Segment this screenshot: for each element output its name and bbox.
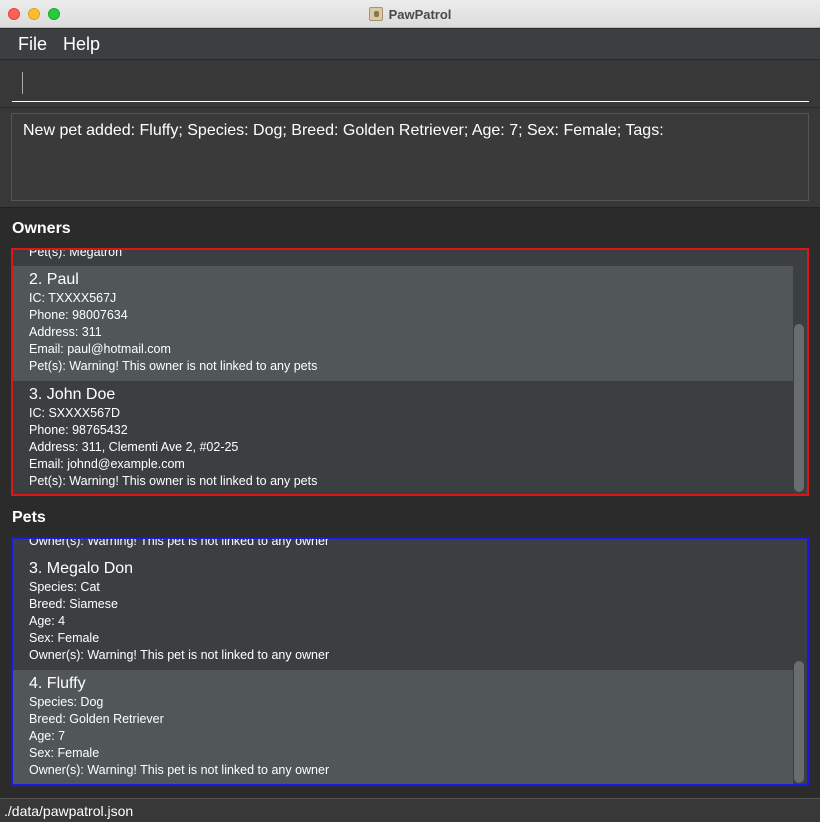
pet-name: 3. Megalo Don bbox=[29, 560, 134, 577]
pet-owners: Owner(s): Warning! This pet is not linke… bbox=[29, 763, 330, 777]
owner-ic: IC: TXXXX567J bbox=[29, 291, 117, 305]
status-bar-file-path: ./data/pawpatrol.json bbox=[0, 798, 820, 822]
owner-pets: Pet(s): Warning! This owner is not linke… bbox=[29, 359, 318, 373]
pet-age: Age: 7 bbox=[29, 729, 66, 743]
pet-breed: Breed: Golden Retriever bbox=[29, 712, 164, 726]
owner-card-partial[interactable]: Pet(s): Megatron bbox=[13, 248, 793, 266]
pet-sex: Sex: Female bbox=[29, 631, 100, 645]
window-title-group: PawPatrol bbox=[0, 0, 820, 28]
owner-card[interactable]: 3. John Doe IC: SXXXX567D Phone: 9876543… bbox=[13, 381, 793, 494]
text-caret bbox=[22, 72, 23, 94]
result-display: New pet added: Fluffy; Species: Dog; Bre… bbox=[11, 113, 809, 201]
pet-card-partial[interactable]: Owner(s): Warning! This pet is not linke… bbox=[13, 537, 793, 555]
menu-bar: File Help bbox=[0, 29, 820, 60]
owner-phone: Phone: 98765432 bbox=[29, 423, 128, 437]
owner-pets: Pet(s): Warning! This owner is not linke… bbox=[29, 474, 318, 488]
pet-sex: Sex: Female bbox=[29, 746, 100, 760]
pets-section-label: Pets bbox=[12, 509, 46, 526]
window-title: PawPatrol bbox=[388, 6, 452, 22]
pets-list[interactable]: Owner(s): Warning! This pet is not linke… bbox=[11, 537, 809, 786]
pets-scroll-thumb[interactable] bbox=[794, 661, 804, 783]
pet-name: 4. Fluffy bbox=[29, 675, 86, 692]
pet-owners: Owner(s): Warning! This pet is not linke… bbox=[29, 537, 330, 548]
owner-phone: Phone: 98007634 bbox=[29, 308, 128, 322]
menu-file[interactable]: File bbox=[10, 34, 55, 55]
owner-ic: IC: SXXXX567D bbox=[29, 406, 121, 420]
owner-name: 3. John Doe bbox=[29, 386, 116, 403]
app-icon bbox=[368, 7, 383, 21]
menu-help[interactable]: Help bbox=[55, 34, 108, 55]
owner-email: Email: johnd@example.com bbox=[29, 457, 185, 471]
owners-scroll-thumb[interactable] bbox=[794, 324, 804, 492]
pet-age: Age: 4 bbox=[29, 614, 66, 628]
owners-scrollbar[interactable] bbox=[793, 252, 805, 494]
owners-list[interactable]: Pet(s): Megatron 2. Paul IC: TXXXX567J P… bbox=[11, 248, 809, 496]
owner-pets: Pet(s): Megatron bbox=[29, 248, 123, 259]
owner-email: Email: paul@hotmail.com bbox=[29, 342, 171, 356]
command-input[interactable] bbox=[12, 66, 809, 102]
command-box-area bbox=[0, 60, 820, 108]
pet-owners: Owner(s): Warning! This pet is not linke… bbox=[29, 648, 330, 662]
pet-species: Species: Cat bbox=[29, 580, 100, 594]
owner-address: Address: 311 bbox=[29, 325, 102, 339]
pets-scrollbar[interactable] bbox=[793, 541, 805, 784]
owner-name: 2. Paul bbox=[29, 271, 79, 288]
title-bar: PawPatrol bbox=[0, 0, 820, 28]
owners-section-label: Owners bbox=[12, 220, 71, 237]
pet-species: Species: Dog bbox=[29, 695, 104, 709]
pet-card[interactable]: 3. Megalo Don Species: Cat Breed: Siames… bbox=[13, 555, 793, 670]
pet-breed: Breed: Siamese bbox=[29, 597, 118, 611]
owner-address: Address: 311, Clementi Ave 2, #02-25 bbox=[29, 440, 239, 454]
owner-card[interactable]: 2. Paul IC: TXXXX567J Phone: 98007634 Ad… bbox=[13, 266, 793, 381]
result-display-area: New pet added: Fluffy; Species: Dog; Bre… bbox=[0, 108, 820, 208]
pet-card[interactable]: 4. Fluffy Species: Dog Breed: Golden Ret… bbox=[13, 670, 793, 784]
